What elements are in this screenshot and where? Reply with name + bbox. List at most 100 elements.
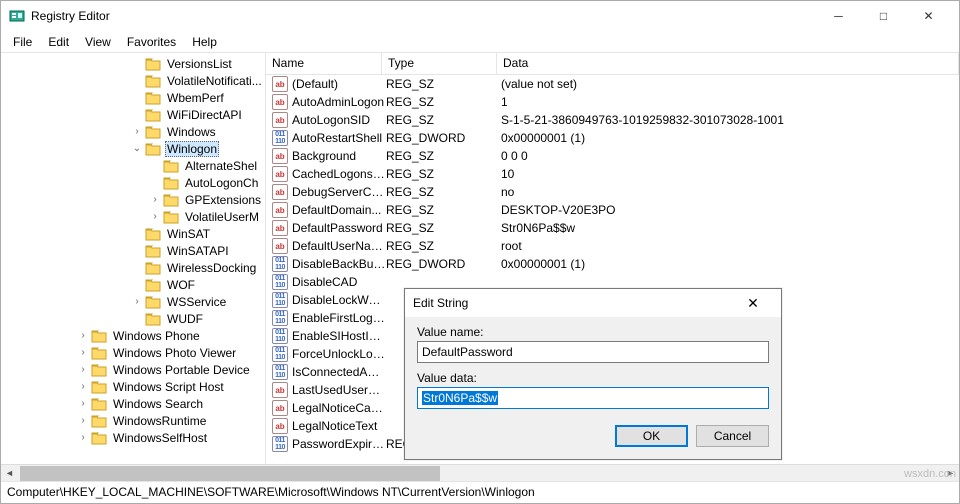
window-title: Registry Editor xyxy=(31,9,816,23)
col-type[interactable]: Type xyxy=(382,53,497,74)
expand-icon[interactable]: › xyxy=(77,432,89,443)
folder-icon xyxy=(163,210,179,224)
expand-icon[interactable]: › xyxy=(77,381,89,392)
list-row[interactable]: 011110AutoRestartShellREG_DWORD0x0000000… xyxy=(266,129,959,147)
tree-item[interactable]: VersionsList xyxy=(1,55,265,72)
dialog-close-button[interactable]: ✕ xyxy=(733,290,773,316)
menu-help[interactable]: Help xyxy=(184,33,225,51)
tree-item[interactable]: › Windows Portable Device xyxy=(1,361,265,378)
list-row[interactable]: 011110DisableBackButt...REG_DWORD0x00000… xyxy=(266,255,959,273)
registry-tree[interactable]: VersionsListVolatileNotificati... WbemPer… xyxy=(1,53,265,481)
tree-item-label: WbemPerf xyxy=(165,91,226,105)
expand-icon[interactable]: › xyxy=(77,398,89,409)
string-value-icon: ab xyxy=(272,238,288,254)
tree-item[interactable]: ›Windows Search xyxy=(1,395,265,412)
expand-icon[interactable]: › xyxy=(77,364,89,375)
tree-item[interactable]: ›WSService xyxy=(1,293,265,310)
tree-item[interactable]: › VolatileUserM xyxy=(1,208,265,225)
value-name: EnableSIHostInt... xyxy=(292,329,386,343)
maximize-button[interactable]: □ xyxy=(861,2,906,31)
value-type: REG_SZ xyxy=(386,95,501,109)
tree-item-label: AlternateShel xyxy=(183,159,259,173)
menu-view[interactable]: View xyxy=(77,33,119,51)
list-row[interactable]: abBackgroundREG_SZ0 0 0 xyxy=(266,147,959,165)
list-row[interactable]: abDefaultPasswordREG_SZStr0N6Pa$$w xyxy=(266,219,959,237)
tree-item-label: AutoLogonCh xyxy=(183,176,260,190)
tree-item-label: WindowsSelfHost xyxy=(111,431,209,445)
menu-edit[interactable]: Edit xyxy=(40,33,77,51)
expand-icon[interactable]: ⌄ xyxy=(131,143,143,154)
menu-favorites[interactable]: Favorites xyxy=(119,33,184,51)
statusbar: Computer\HKEY_LOCAL_MACHINE\SOFTWARE\Mic… xyxy=(1,481,959,503)
tree-item[interactable]: ⌄Winlogon xyxy=(1,140,265,157)
menu-file[interactable]: File xyxy=(5,33,40,51)
value-data: S-1-5-21-3860949763-1019259832-301073028… xyxy=(501,113,959,127)
tree-item[interactable]: WirelessDocking xyxy=(1,259,265,276)
tree-item-label: Windows Portable Device xyxy=(111,363,252,377)
scroll-thumb[interactable] xyxy=(266,466,440,481)
close-button[interactable]: ✕ xyxy=(906,2,951,31)
tree-pane[interactable]: VersionsListVolatileNotificati... WbemPer… xyxy=(1,53,266,481)
expand-icon[interactable]: › xyxy=(131,126,143,137)
ok-button[interactable]: OK xyxy=(615,425,688,447)
cancel-button[interactable]: Cancel xyxy=(696,425,769,447)
list-row[interactable]: abAutoLogonSIDREG_SZS-1-5-21-3860949763-… xyxy=(266,111,959,129)
value-name: IsConnectedAut... xyxy=(292,365,386,379)
expand-icon[interactable]: › xyxy=(149,194,161,205)
tree-item[interactable]: ›Windows Script Host xyxy=(1,378,265,395)
tree-item[interactable]: VolatileNotificati... xyxy=(1,72,265,89)
dword-value-icon: 011110 xyxy=(272,328,288,344)
string-value-icon: ab xyxy=(272,76,288,92)
folder-icon xyxy=(91,346,107,360)
dword-value-icon: 011110 xyxy=(272,256,288,272)
list-row[interactable]: abCachedLogonsC...REG_SZ10 xyxy=(266,165,959,183)
folder-icon xyxy=(145,295,161,309)
value-data-input[interactable]: Str0N6Pa$$w xyxy=(417,387,769,409)
dword-value-icon: 011110 xyxy=(272,310,288,326)
dialog-body: Value name: Value data: Str0N6Pa$$w xyxy=(405,317,781,415)
value-name: (Default) xyxy=(292,77,386,91)
list-hscrollbar[interactable]: ◄ ► xyxy=(266,464,959,481)
tree-item[interactable]: AutoLogonCh xyxy=(1,174,265,191)
col-name[interactable]: Name xyxy=(266,53,382,74)
tree-item[interactable]: AlternateShel xyxy=(1,157,265,174)
expand-icon[interactable]: › xyxy=(149,211,161,222)
list-row[interactable]: abDefaultUserNameREG_SZroot xyxy=(266,237,959,255)
value-name-input[interactable] xyxy=(417,341,769,363)
expand-icon[interactable]: › xyxy=(77,330,89,341)
expand-icon[interactable]: › xyxy=(131,296,143,307)
folder-icon xyxy=(91,329,107,343)
tree-item[interactable]: ›Windows xyxy=(1,123,265,140)
expand-icon[interactable]: › xyxy=(77,415,89,426)
tree-item-label: VolatileUserM xyxy=(183,210,261,224)
value-data: no xyxy=(501,185,959,199)
list-row[interactable]: abDefaultDomain...REG_SZDESKTOP-V20E3PO xyxy=(266,201,959,219)
list-row[interactable]: abAutoAdminLogonREG_SZ1 xyxy=(266,93,959,111)
tree-item-label: WinSATAPI xyxy=(165,244,231,258)
tree-item[interactable]: WUDF xyxy=(1,310,265,327)
value-data: (value not set) xyxy=(501,77,959,91)
tree-item[interactable]: WinSAT xyxy=(1,225,265,242)
folder-icon xyxy=(163,176,179,190)
minimize-button[interactable]: ─ xyxy=(816,2,861,31)
string-value-icon: ab xyxy=(272,184,288,200)
tree-item[interactable]: ›Windows Phone xyxy=(1,327,265,344)
value-type: REG_SZ xyxy=(386,203,501,217)
list-row[interactable]: abDebugServerCo...REG_SZno xyxy=(266,183,959,201)
tree-item[interactable]: ›GPExtensions xyxy=(1,191,265,208)
tree-item-label: WUDF xyxy=(165,312,205,326)
tree-item[interactable]: › WindowsSelfHost xyxy=(1,429,265,446)
col-data[interactable]: Data xyxy=(497,53,959,74)
expand-icon[interactable]: › xyxy=(77,347,89,358)
folder-icon xyxy=(145,91,161,105)
value-name: EnableFirstLogo... xyxy=(292,311,386,325)
tree-item[interactable]: WbemPerf xyxy=(1,89,265,106)
list-row[interactable]: ab(Default)REG_SZ(value not set) xyxy=(266,75,959,93)
string-value-icon: ab xyxy=(272,202,288,218)
tree-item[interactable]: WOF xyxy=(1,276,265,293)
value-type: REG_SZ xyxy=(386,167,501,181)
tree-item[interactable]: WiFiDirectAPI xyxy=(1,106,265,123)
tree-item[interactable]: ›Windows Photo Viewer xyxy=(1,344,265,361)
tree-item[interactable]: WinSATAPI xyxy=(1,242,265,259)
tree-item[interactable]: ›WindowsRuntime xyxy=(1,412,265,429)
